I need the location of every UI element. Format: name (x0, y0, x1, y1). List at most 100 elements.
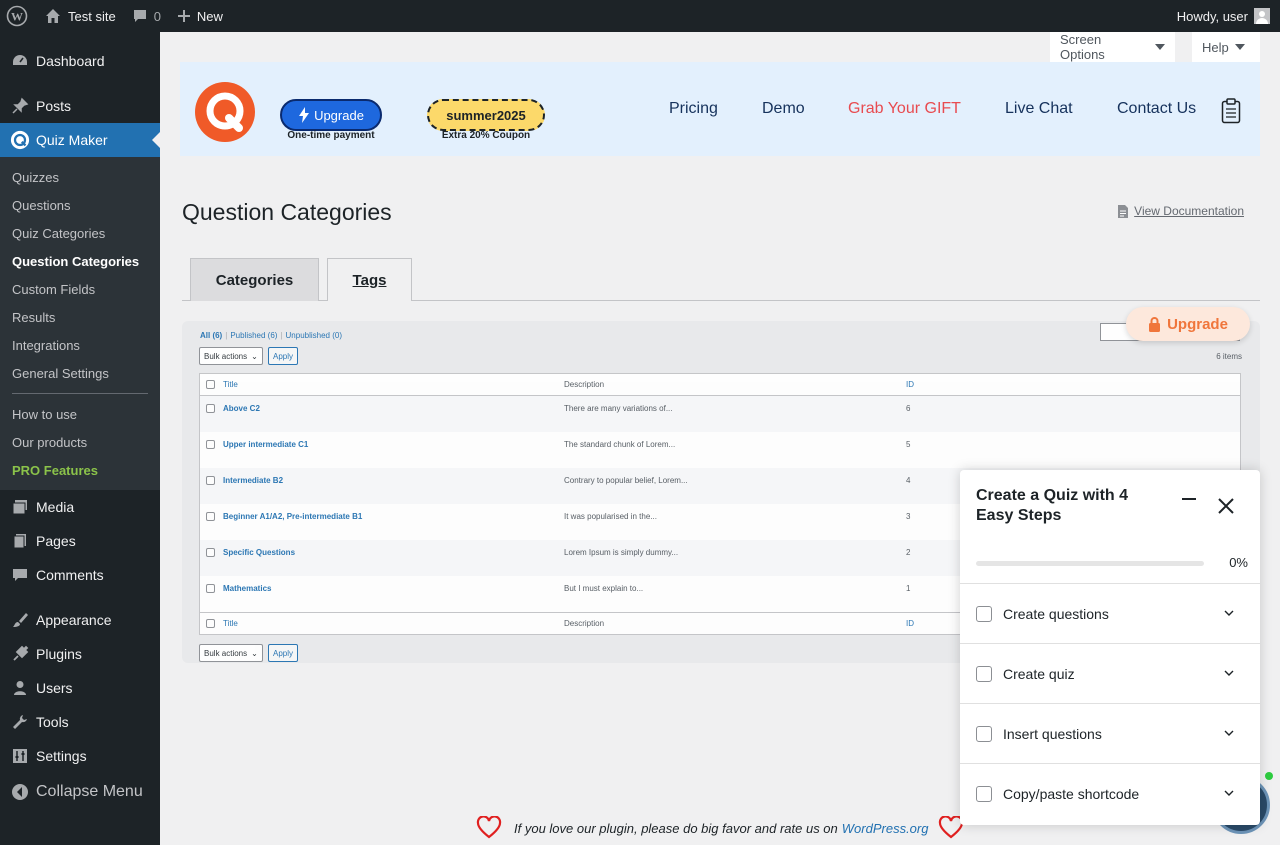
comments-link[interactable]: 0 (124, 0, 169, 32)
caret-down-icon (1155, 44, 1165, 50)
filter-unpublished[interactable]: Unpublished (0) (286, 331, 342, 340)
site-name-link[interactable]: Test site (36, 0, 124, 32)
step-copy-shortcode[interactable]: Copy/paste shortcode (960, 763, 1260, 823)
pro-upgrade-button[interactable]: Upgrade (1126, 307, 1250, 341)
row-id: 5 (906, 440, 911, 449)
media-icon (10, 497, 30, 517)
row-checkbox[interactable] (206, 440, 215, 449)
submenu-pro-features[interactable]: PRO Features (0, 456, 160, 484)
submenu-results[interactable]: Results (0, 303, 160, 331)
filter-all[interactable]: All (6) (200, 331, 222, 340)
tab-tags[interactable]: Tags (327, 258, 412, 301)
minimize-icon[interactable] (1182, 498, 1196, 500)
row-id: 4 (906, 476, 911, 485)
submenu-questions[interactable]: Questions (0, 191, 160, 219)
nav-grab-gift[interactable]: Grab Your GIFT (848, 100, 961, 118)
row-title[interactable]: Intermediate B2 (223, 476, 564, 485)
column-title[interactable]: Title (223, 619, 564, 628)
coupon-button[interactable]: summer2025 (427, 99, 545, 131)
menu-pages[interactable]: Pages (0, 524, 160, 558)
menu-comments[interactable]: Comments (0, 558, 160, 592)
step-checkbox[interactable] (976, 725, 992, 742)
step-checkbox[interactable] (976, 665, 992, 682)
step-create-questions[interactable]: Create questions (960, 583, 1260, 643)
chevron-down-icon (1224, 790, 1234, 796)
footer-text: If you love our plugin, please do big fa… (514, 820, 838, 836)
apply-button[interactable]: Apply (268, 347, 299, 365)
row-title[interactable]: Above C2 (223, 404, 564, 413)
row-title[interactable]: Mathematics (223, 584, 564, 593)
nav-pricing[interactable]: Pricing (669, 100, 718, 118)
promo-banner: Upgrade One-time payment summer2025 Extr… (180, 62, 1260, 156)
collapse-menu-button[interactable]: Collapse Menu (0, 775, 160, 809)
chevron-down-icon: ⌄ (251, 648, 258, 658)
submenu-general-settings[interactable]: General Settings (0, 359, 160, 387)
site-name: Test site (68, 8, 116, 24)
table-row: Above C2 There are many variations of... 6 (200, 396, 1240, 432)
collapse-icon (10, 782, 30, 802)
filter-published[interactable]: Published (6) (230, 331, 277, 340)
step-checkbox[interactable] (976, 605, 992, 622)
close-icon[interactable] (1218, 498, 1234, 514)
clipboard-icon[interactable] (1221, 98, 1241, 124)
row-title[interactable]: Upper intermediate C1 (223, 440, 564, 449)
row-checkbox[interactable] (206, 512, 215, 521)
menu-users[interactable]: Users (0, 671, 160, 705)
submenu-integrations[interactable]: Integrations (0, 331, 160, 359)
screen-options-button[interactable]: Screen Options (1050, 32, 1175, 62)
menu-plugins[interactable]: Plugins (0, 637, 160, 671)
row-checkbox[interactable] (206, 476, 215, 485)
row-description: It was popularised in the... (564, 512, 657, 521)
apply-button[interactable]: Apply (268, 644, 299, 662)
nav-live-chat[interactable]: Live Chat (1005, 100, 1073, 118)
step-create-quiz[interactable]: Create quiz (960, 643, 1260, 703)
row-checkbox[interactable] (206, 584, 215, 593)
row-title[interactable]: Beginner A1/A2, Pre-intermediate B1 (223, 512, 564, 521)
step-insert-questions[interactable]: Insert questions (960, 703, 1260, 763)
menu-appearance[interactable]: Appearance (0, 603, 160, 637)
tab-categories[interactable]: Categories (190, 258, 319, 301)
nav-contact-us[interactable]: Contact Us (1117, 100, 1196, 118)
menu-quiz-maker[interactable]: Quiz Maker (0, 123, 160, 157)
new-content-link[interactable]: New (169, 0, 231, 32)
help-button[interactable]: Help (1192, 32, 1260, 62)
row-description: There are many variations of... (564, 404, 673, 413)
select-all-checkbox[interactable] (206, 619, 215, 628)
menu-media[interactable]: Media (0, 490, 160, 524)
wordpress-org-link[interactable]: WordPress.org (842, 821, 929, 836)
column-id[interactable]: ID (906, 380, 914, 389)
submenu-question-categories[interactable]: Question Categories (0, 247, 160, 275)
wordpress-logo-button[interactable]: W (0, 0, 36, 32)
submenu-quiz-categories[interactable]: Quiz Categories (0, 219, 160, 247)
my-account[interactable]: Howdy, user (1177, 8, 1280, 24)
row-checkbox[interactable] (206, 404, 215, 413)
nav-demo[interactable]: Demo (762, 100, 805, 118)
row-description: Lorem Ipsum is simply dummy... (564, 548, 679, 557)
view-documentation-link[interactable]: View Documentation (1117, 204, 1244, 218)
row-id: 1 (906, 584, 911, 593)
column-title[interactable]: Title (223, 380, 564, 389)
menu-tools[interactable]: Tools (0, 705, 160, 739)
step-checkbox[interactable] (976, 785, 992, 802)
howdy-text: Howdy, user (1176, 8, 1248, 24)
footer-rating: If you love our plugin, please do big fa… (476, 816, 964, 840)
online-status-dot (1265, 772, 1273, 780)
menu-settings[interactable]: Settings (0, 739, 160, 773)
column-id[interactable]: ID (906, 619, 914, 628)
submenu-quizzes[interactable]: Quizzes (0, 163, 160, 191)
menu-posts[interactable]: Posts (0, 89, 160, 123)
submenu-custom-fields[interactable]: Custom Fields (0, 275, 160, 303)
quiz-maker-logo[interactable] (195, 82, 255, 142)
submenu-our-products[interactable]: Our products (0, 428, 160, 456)
bulk-actions-select[interactable]: Bulk actions ⌄ (199, 644, 263, 662)
bulk-actions-select[interactable]: Bulk actions ⌄ (199, 347, 263, 365)
row-checkbox[interactable] (206, 548, 215, 557)
caret-down-icon (1234, 44, 1245, 50)
select-all-checkbox[interactable] (206, 380, 215, 389)
upgrade-button[interactable]: Upgrade (280, 99, 382, 131)
new-label: New (196, 8, 223, 24)
plugin-icon (10, 644, 30, 664)
menu-dashboard[interactable]: Dashboard (0, 44, 160, 78)
submenu-how-to-use[interactable]: How to use (0, 400, 160, 428)
row-title[interactable]: Specific Questions (223, 548, 564, 557)
